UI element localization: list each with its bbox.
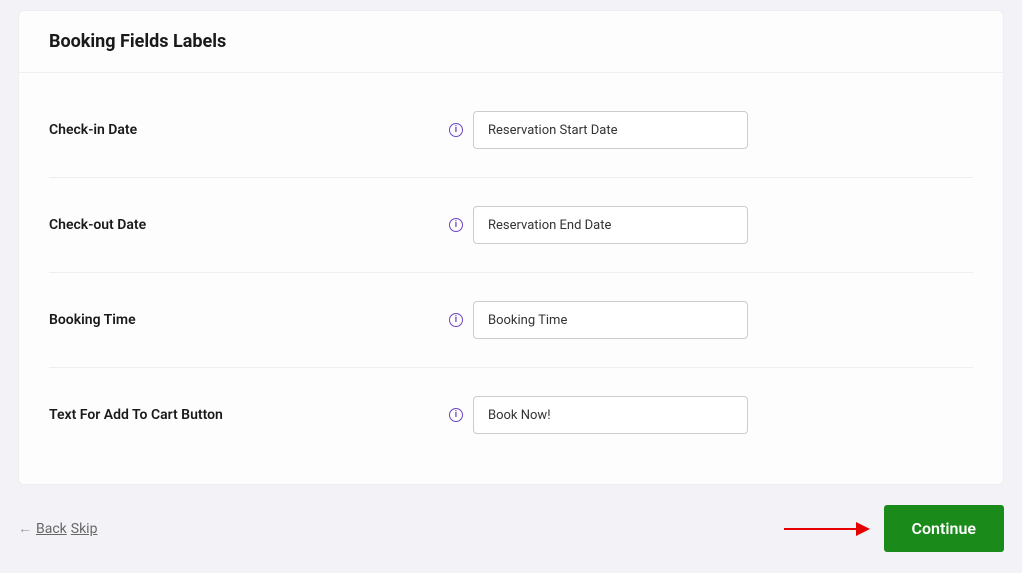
arrow-left-icon: ← bbox=[18, 520, 32, 537]
time-input[interactable] bbox=[473, 301, 748, 339]
field-control: i bbox=[449, 396, 748, 434]
skip-link[interactable]: Skip bbox=[71, 521, 98, 537]
field-control: i bbox=[449, 301, 748, 339]
time-label: Booking Time bbox=[49, 312, 449, 328]
info-icon[interactable]: i bbox=[449, 218, 463, 232]
page-title: Booking Fields Labels bbox=[49, 31, 973, 52]
field-control: i bbox=[449, 111, 748, 149]
footer-right: Continue bbox=[784, 505, 1004, 552]
addtocart-label: Text For Add To Cart Button bbox=[49, 407, 449, 423]
field-row-addtocart: Text For Add To Cart Button i bbox=[49, 368, 973, 444]
continue-button[interactable]: Continue bbox=[884, 505, 1004, 552]
addtocart-input[interactable] bbox=[473, 396, 748, 434]
field-row-checkin: Check-in Date i bbox=[49, 83, 973, 178]
card-body: Check-in Date i Check-out Date i Booking… bbox=[19, 73, 1003, 484]
settings-card: Booking Fields Labels Check-in Date i Ch… bbox=[18, 10, 1004, 485]
info-icon[interactable]: i bbox=[449, 408, 463, 422]
footer: ← Back Skip Continue bbox=[0, 505, 1022, 552]
checkout-input[interactable] bbox=[473, 206, 748, 244]
field-row-time: Booking Time i bbox=[49, 273, 973, 368]
field-control: i bbox=[449, 206, 748, 244]
arrow-annotation-icon bbox=[784, 522, 870, 536]
checkin-label: Check-in Date bbox=[49, 122, 449, 138]
footer-left: ← Back Skip bbox=[18, 520, 97, 537]
field-row-checkout: Check-out Date i bbox=[49, 178, 973, 273]
checkin-input[interactable] bbox=[473, 111, 748, 149]
back-link[interactable]: Back bbox=[36, 521, 67, 537]
info-icon[interactable]: i bbox=[449, 123, 463, 137]
info-icon[interactable]: i bbox=[449, 313, 463, 327]
card-header: Booking Fields Labels bbox=[19, 11, 1003, 73]
checkout-label: Check-out Date bbox=[49, 217, 449, 233]
